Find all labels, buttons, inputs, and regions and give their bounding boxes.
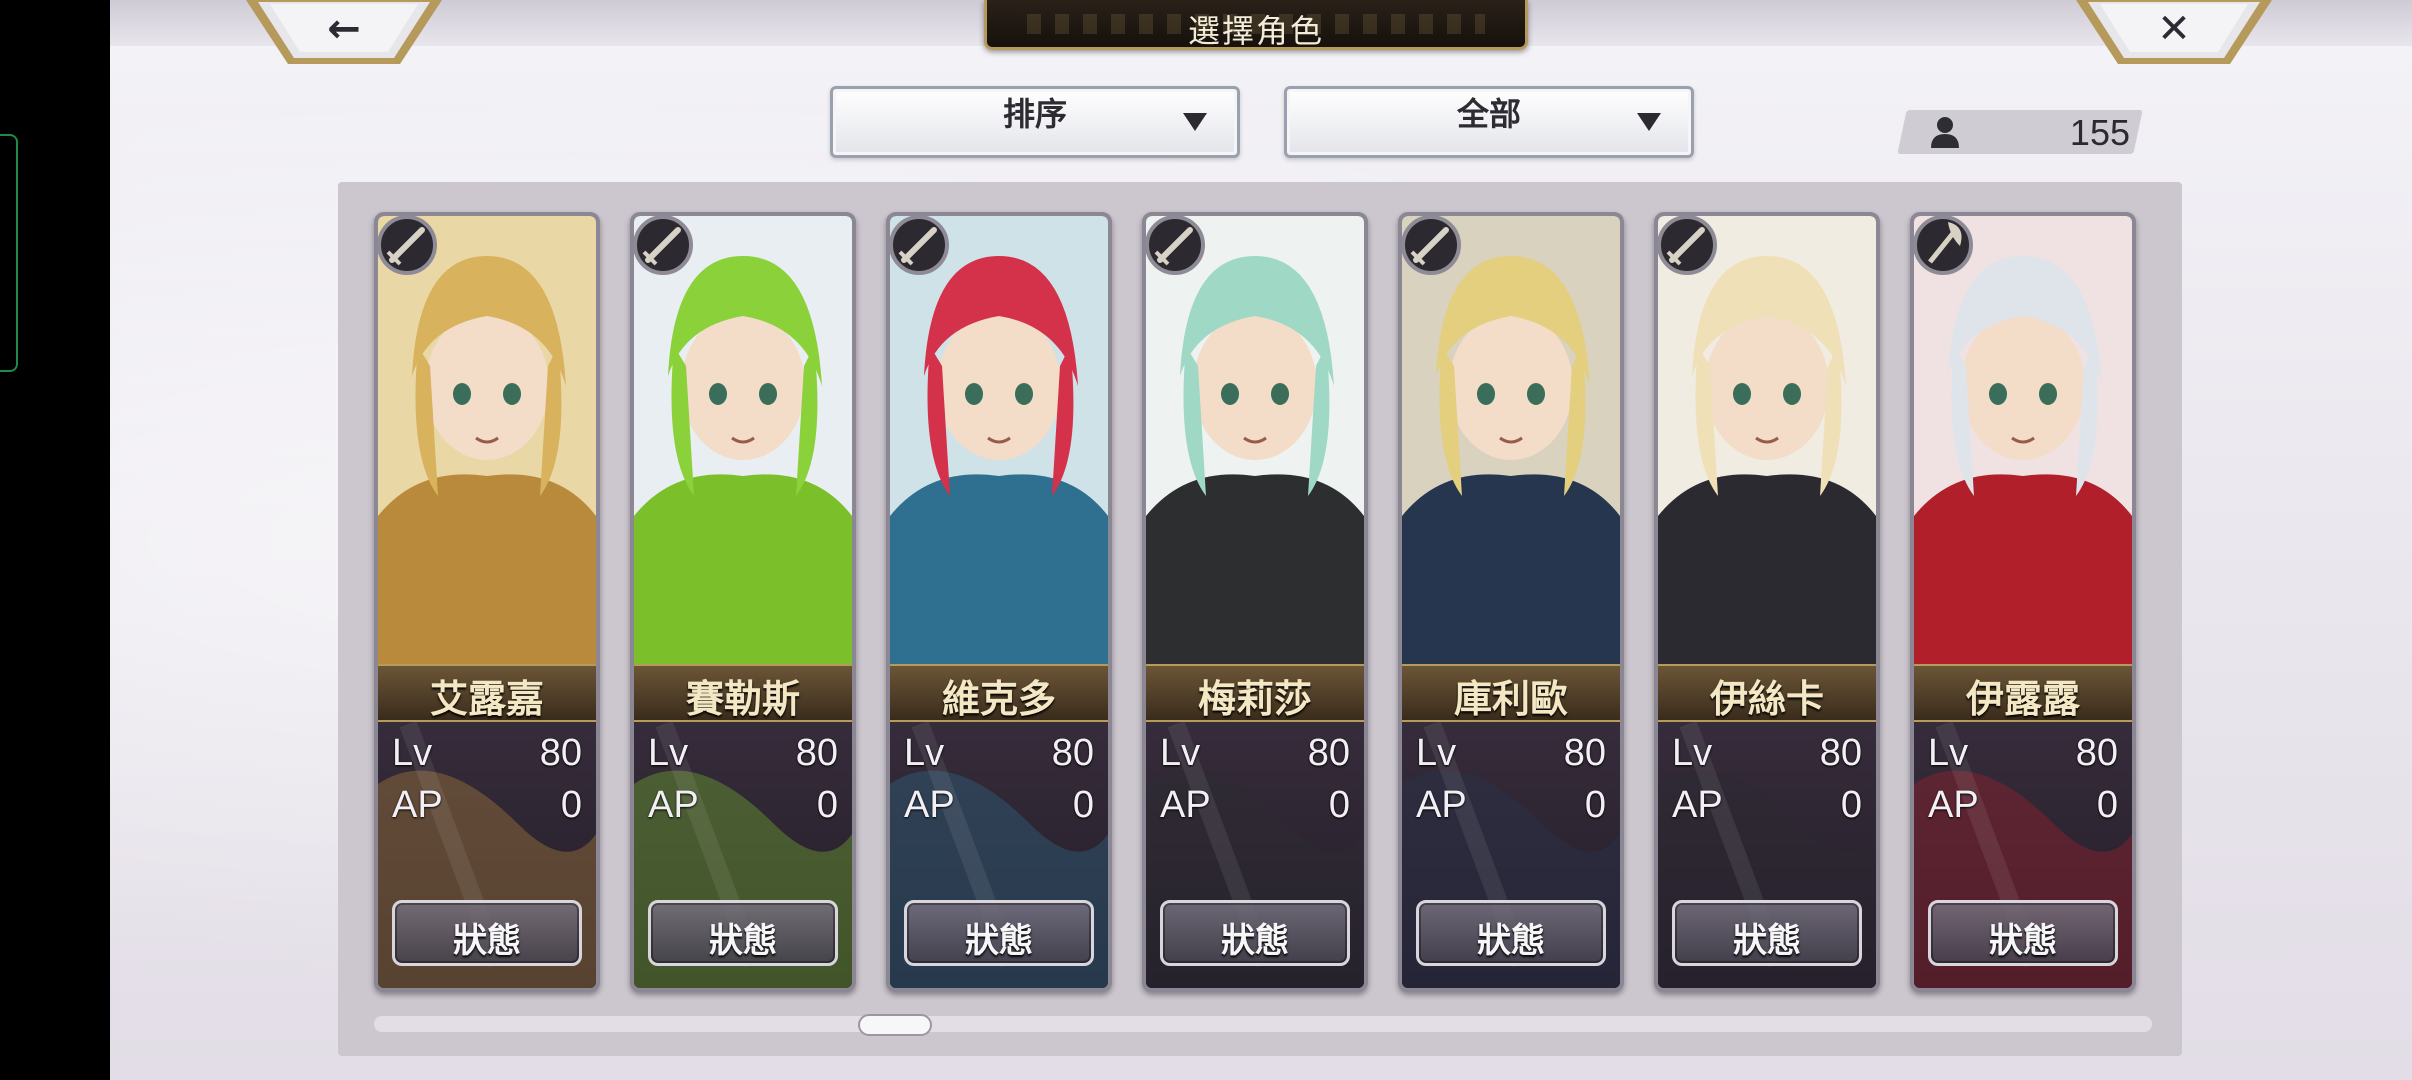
- close-icon: ✕: [2157, 6, 2191, 52]
- sort-dropdown[interactable]: 排序: [830, 86, 1240, 158]
- character-select-stage: ← 選擇角色 ✕ 排序 全部 155 艾露嘉 Lv 80 AP 0 狀態 賽勒斯…: [110, 0, 2412, 1080]
- status-button[interactable]: 狀態: [1160, 900, 1350, 966]
- ap-label: AP: [1416, 784, 1467, 826]
- status-button[interactable]: 狀態: [1672, 900, 1862, 966]
- sword-icon: [1658, 216, 1717, 275]
- sword-icon: [1146, 216, 1205, 275]
- edge-panel-handle[interactable]: [0, 134, 18, 372]
- ap-value: 0: [1840, 784, 1862, 826]
- character-portrait: [1402, 216, 1620, 664]
- character-card[interactable]: 賽勒斯 Lv 80 AP 0 狀態: [630, 212, 856, 992]
- character-name: 伊絲卡: [1709, 676, 1824, 721]
- sword-icon: [890, 216, 949, 275]
- status-button[interactable]: 狀態: [648, 900, 838, 966]
- character-name: 梅莉莎: [1197, 676, 1312, 721]
- horizontal-scrollbar[interactable]: [374, 1016, 2152, 1032]
- level-value: 80: [1563, 732, 1606, 774]
- back-arrow-icon: ←: [327, 6, 361, 52]
- level-value: 80: [795, 732, 838, 774]
- character-name: 伊露露: [1965, 676, 2080, 721]
- character-portrait: [1146, 216, 1364, 664]
- level-value: 80: [1051, 732, 1094, 774]
- level-label: Lv: [392, 732, 433, 774]
- ap-label: AP: [392, 784, 443, 826]
- character-card[interactable]: 維克多 Lv 80 AP 0 狀態: [886, 212, 1112, 992]
- chevron-down-icon: [1183, 113, 1207, 131]
- ap-value: 0: [2096, 784, 2118, 826]
- status-button-label: 狀態: [709, 921, 777, 961]
- status-button[interactable]: 狀態: [1416, 900, 1606, 966]
- ap-value: 0: [816, 784, 838, 826]
- character-portrait: [1914, 216, 2132, 664]
- close-button[interactable]: ✕: [2076, 0, 2272, 68]
- status-button[interactable]: 狀態: [1928, 900, 2118, 966]
- chevron-down-icon: [1637, 113, 1661, 131]
- level-label: Lv: [1160, 732, 1201, 774]
- level-value: 80: [1819, 732, 1862, 774]
- sword-icon: [1402, 216, 1461, 275]
- page-title: 選擇角色: [1187, 12, 1324, 50]
- character-card[interactable]: 伊露露 Lv 80 AP 0 狀態: [1910, 212, 2136, 992]
- character-name: 庫利歐: [1453, 676, 1568, 721]
- level-label: Lv: [1672, 732, 1713, 774]
- character-portrait: [890, 216, 1108, 664]
- status-button-label: 狀態: [453, 921, 521, 961]
- scrollbar-thumb[interactable]: [858, 1014, 932, 1036]
- level-value: 80: [539, 732, 582, 774]
- ap-label: AP: [1672, 784, 1723, 826]
- ap-label: AP: [904, 784, 955, 826]
- status-button-label: 狀態: [1477, 921, 1545, 961]
- ap-label: AP: [1928, 784, 1979, 826]
- person-icon: [1931, 117, 1959, 148]
- character-portrait: [378, 216, 596, 664]
- back-button[interactable]: ←: [246, 0, 442, 68]
- status-button-label: 狀態: [1221, 921, 1289, 961]
- status-button-label: 狀態: [965, 921, 1033, 961]
- character-name: 維克多: [941, 676, 1056, 721]
- ap-value: 0: [1584, 784, 1606, 826]
- level-value: 80: [1307, 732, 1350, 774]
- sort-dropdown-label: 排序: [1002, 95, 1067, 133]
- game-screen: ← 選擇角色 ✕ 排序 全部 155 艾露嘉 Lv 80 AP 0 狀態 賽勒斯…: [0, 0, 2412, 1080]
- ap-label: AP: [648, 784, 699, 826]
- sword-icon: [378, 216, 437, 275]
- level-label: Lv: [1928, 732, 1969, 774]
- ap-value: 0: [1072, 784, 1094, 826]
- character-name: 艾露嘉: [429, 676, 544, 721]
- level-label: Lv: [648, 732, 689, 774]
- filter-dropdown-label: 全部: [1456, 95, 1521, 133]
- level-label: Lv: [904, 732, 945, 774]
- level-value: 80: [2075, 732, 2118, 774]
- status-button-label: 狀態: [1989, 921, 2057, 961]
- character-portrait: [634, 216, 852, 664]
- ap-value: 0: [560, 784, 582, 826]
- status-button[interactable]: 狀態: [904, 900, 1094, 966]
- axe-icon: [1914, 216, 1973, 275]
- status-button-label: 狀態: [1733, 921, 1801, 961]
- character-card[interactable]: 艾露嘉 Lv 80 AP 0 狀態: [374, 212, 600, 992]
- ap-value: 0: [1328, 784, 1350, 826]
- title-plate: 選擇角色: [984, 0, 1528, 50]
- sword-icon: [634, 216, 693, 275]
- character-card[interactable]: 庫利歐 Lv 80 AP 0 狀態: [1398, 212, 1624, 992]
- character-name: 賽勒斯: [685, 676, 800, 721]
- ap-label: AP: [1160, 784, 1211, 826]
- filter-dropdown[interactable]: 全部: [1284, 86, 1694, 158]
- character-count: 155: [2069, 112, 2130, 153]
- character-card[interactable]: 梅莉莎 Lv 80 AP 0 狀態: [1142, 212, 1368, 992]
- level-label: Lv: [1416, 732, 1457, 774]
- character-card[interactable]: 伊絲卡 Lv 80 AP 0 狀態: [1654, 212, 1880, 992]
- status-button[interactable]: 狀態: [392, 900, 582, 966]
- character-portrait: [1658, 216, 1876, 664]
